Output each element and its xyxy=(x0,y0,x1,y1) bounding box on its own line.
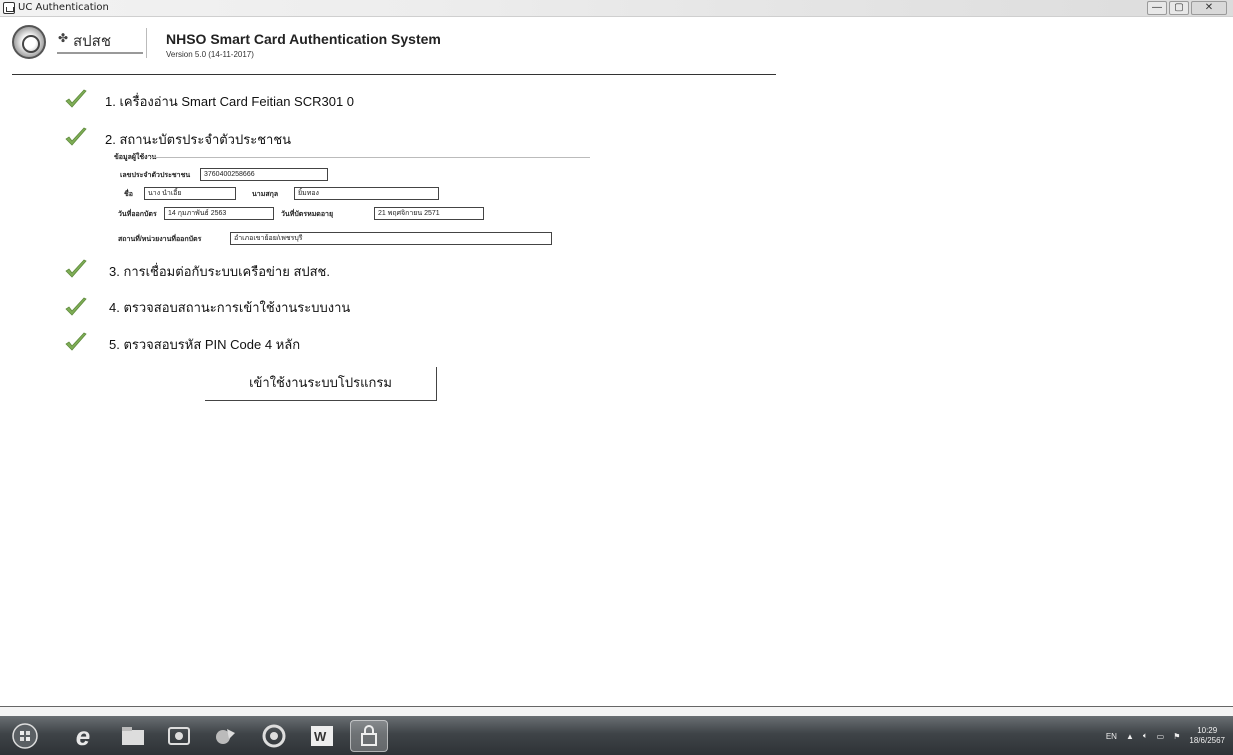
volume-icon[interactable]: 🔈︎ xyxy=(1143,731,1148,741)
app-version: Version 5.0 (14-11-2017) xyxy=(166,50,254,59)
network-icon[interactable]: ▭ xyxy=(1157,732,1165,741)
surname-label: นามสกุล xyxy=(252,191,279,198)
citizen-id-label: เลขประจำตัวประชาชน xyxy=(120,172,191,179)
nhso-seal-logo xyxy=(12,25,46,59)
clock-time: 10:29 xyxy=(1197,726,1218,735)
brand-text: สปสช xyxy=(73,32,112,50)
system-tray: EN ▲ 🔈︎ ▭ ⚑ 10:29 18/6/2567 xyxy=(1106,726,1225,746)
step-4-label: 4. ตรวจสอบสถานะการเข้าใช้งานระบบงาน xyxy=(109,300,351,315)
issuer-field: อำเภอเขาย้อย/เพชรบุรี xyxy=(230,232,552,245)
issue-date-field: 14 กุมภาพันธ์ 2563 xyxy=(164,207,274,220)
step-4-check-icon xyxy=(64,296,88,318)
surname-field: ยิ้มทอง xyxy=(294,187,439,200)
first-name-field: นาง นำเอี้ย xyxy=(144,187,236,200)
citizen-id-field: 3760400258666 xyxy=(200,168,328,181)
name-label: ชื่อ xyxy=(124,191,133,198)
enter-system-button[interactable]: เข้าใช้งานระบบโปรแกรม xyxy=(205,367,437,401)
brand-underline xyxy=(57,52,143,54)
issuer-label: สถานที่/หน่วยงานที่ออกบัตร xyxy=(118,236,202,243)
window-titlebar: UC Authentication — ▢ ✕ xyxy=(0,0,1233,17)
step-1-check-icon xyxy=(64,88,88,110)
step-5-check-icon xyxy=(64,331,88,353)
step-3-check-icon xyxy=(64,258,88,280)
taskbar-ie-icon[interactable]: e xyxy=(64,720,102,752)
taskbar-chrome-icon[interactable] xyxy=(255,720,293,752)
taskbar-explorer-icon[interactable] xyxy=(114,720,152,752)
taskbar-clock[interactable]: 10:29 18/6/2567 xyxy=(1189,726,1225,746)
step-2-check-icon xyxy=(64,126,88,148)
clock-date: 18/6/2567 xyxy=(1189,736,1225,745)
svg-text:W: W xyxy=(314,729,327,744)
taskbar-uc-auth-icon[interactable] xyxy=(350,720,388,752)
nhso-brand-logo: ✤ สปสช xyxy=(55,28,147,58)
taskbar-media-player-icon[interactable] xyxy=(160,720,198,752)
taskbar-app-icon[interactable] xyxy=(207,720,245,752)
tray-arrow-icon[interactable]: ▲ xyxy=(1126,732,1134,741)
taskbar-border xyxy=(0,706,1233,716)
step-2-label: 2. สถานะบัตรประจำตัวประชาชน xyxy=(105,132,292,147)
expiry-date-field: 21 พฤศจิกายน 2571 xyxy=(374,207,484,220)
step-5-label: 5. ตรวจสอบรหัส PIN Code 4 หลัก xyxy=(109,337,301,352)
action-center-flag-icon[interactable]: ⚑ xyxy=(1173,732,1180,741)
step-3-label: 3. การเชื่อมต่อกับระบบเครือข่าย สปสช. xyxy=(109,264,330,279)
header-divider xyxy=(12,74,776,75)
minimize-button[interactable]: — xyxy=(1147,1,1167,15)
start-button[interactable] xyxy=(6,720,44,752)
expiry-date-label: วันที่บัตรหมดอายุ xyxy=(281,211,334,218)
close-button[interactable]: ✕ xyxy=(1191,1,1227,15)
brand-mark-icon: ✤ xyxy=(58,31,69,45)
app-title: NHSO Smart Card Authentication System xyxy=(166,31,441,47)
language-indicator[interactable]: EN xyxy=(1106,732,1117,741)
taskbar-word-icon[interactable]: W xyxy=(304,720,342,752)
app-lock-icon xyxy=(3,2,15,14)
window-controls: — ▢ ✕ xyxy=(1147,1,1227,15)
start-orb-icon xyxy=(12,723,38,749)
card-info-panel: ข้อมูลผู้ใช้งาน เลขประจำตัวประชาชน 37604… xyxy=(114,152,590,252)
window-title: UC Authentication xyxy=(18,2,109,13)
taskbar: e W EN ▲ 🔈︎ ▭ ⚑ 10:29 18/6/2567 xyxy=(0,716,1233,755)
panel-divider xyxy=(150,157,590,158)
maximize-button[interactable]: ▢ xyxy=(1169,1,1189,15)
step-1-label: 1. เครื่องอ่าน Smart Card Feitian SCR301… xyxy=(105,94,355,109)
app-header: ✤ สปสช NHSO Smart Card Authentication Sy… xyxy=(0,18,780,76)
issue-date-label: วันที่ออกบัตร xyxy=(118,211,157,218)
